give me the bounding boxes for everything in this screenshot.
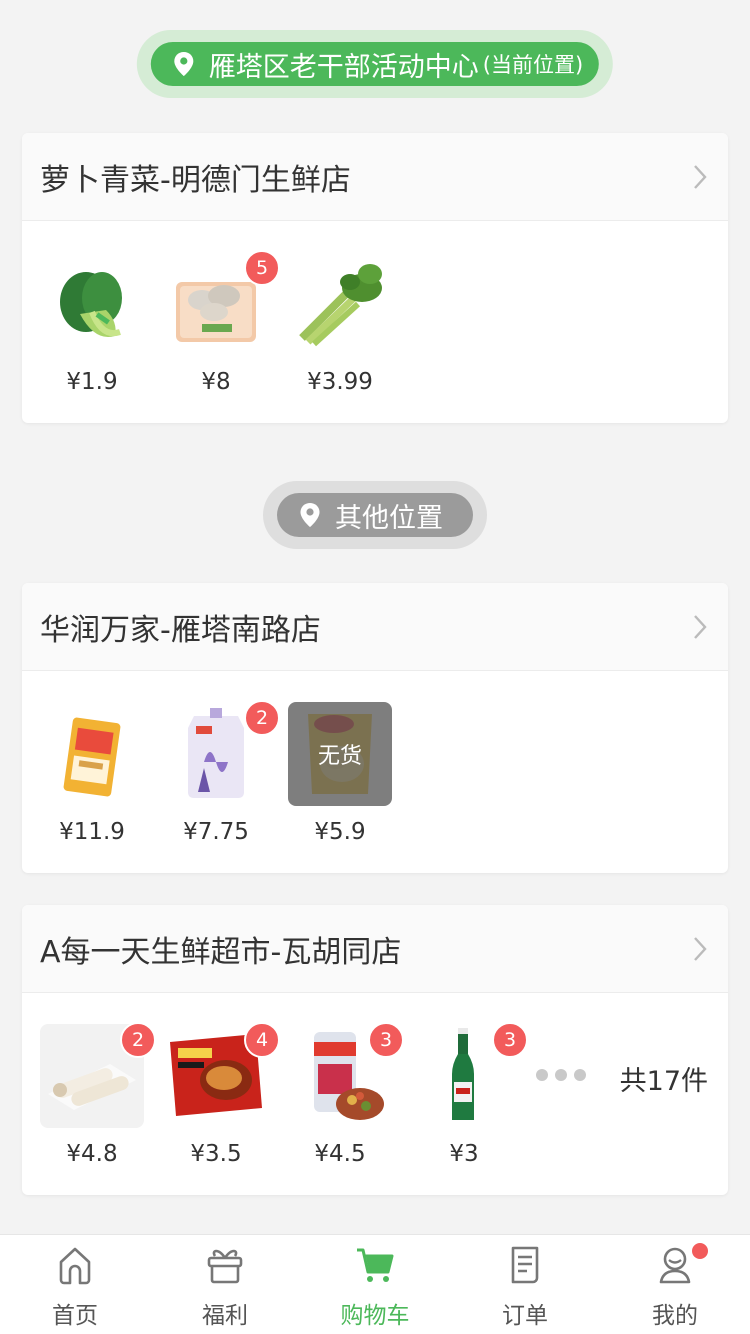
product-item[interactable]: ¥3.99 xyxy=(288,252,392,395)
tab-welfare[interactable]: 福利 xyxy=(150,1235,300,1334)
profile-icon xyxy=(659,1247,691,1284)
store-items: 2 ¥4.8 4 ¥3.5 3 ¥4.5 3 ¥3 共17件 xyxy=(22,993,728,1195)
location-pin-icon xyxy=(300,503,320,527)
store-header[interactable]: A每一天生鲜超市-瓦胡同店 xyxy=(22,905,728,993)
current-location-name: 雁塔区老干部活动中心 xyxy=(208,51,479,83)
product-item[interactable]: 无货 ¥5.9 xyxy=(288,702,392,845)
gift-icon xyxy=(207,1249,243,1284)
store-name: 萝卜青菜-明德门生鲜店 xyxy=(40,162,351,198)
chevron-right-icon xyxy=(694,614,707,639)
product-item[interactable]: ¥11.9 xyxy=(40,702,144,845)
bottom-tab-bar: 首页 福利 购物车 订单 我的 xyxy=(0,1234,750,1334)
product-item[interactable]: 5 ¥8 xyxy=(164,250,280,395)
bok-choy-image xyxy=(40,252,144,356)
other-location-label: 其他位置 xyxy=(335,502,443,534)
cart-icon xyxy=(357,1248,394,1282)
tab-orders[interactable]: 订单 xyxy=(450,1235,600,1334)
current-location-suffix: (当前位置) xyxy=(482,53,584,77)
product-price: ¥11.9 xyxy=(59,819,125,845)
quantity-badge: 3 xyxy=(492,1022,528,1058)
location-pin-icon xyxy=(174,52,194,76)
store-header[interactable]: 萝卜青菜-明德门生鲜店 xyxy=(22,133,728,221)
quantity-badge: 3 xyxy=(368,1022,404,1058)
product-price: ¥7.75 xyxy=(183,819,249,845)
product-price: ¥3 xyxy=(449,1141,479,1167)
store-name: A每一天生鲜超市-瓦胡同店 xyxy=(40,934,402,970)
home-icon xyxy=(59,1247,91,1285)
product-item[interactable]: 4 ¥3.5 xyxy=(164,1022,280,1167)
other-location-pill[interactable]: 其他位置 xyxy=(263,481,487,549)
celery-image xyxy=(288,252,392,356)
quantity-badge: 2 xyxy=(120,1022,156,1058)
store-card: A每一天生鲜超市-瓦胡同店 2 ¥4.8 4 ¥3.5 3 ¥4.5 3 ¥3 … xyxy=(22,905,728,1195)
item-total-count: 共17件 xyxy=(619,1066,708,1097)
notification-dot xyxy=(692,1243,708,1259)
tab-profile[interactable]: 我的 xyxy=(600,1235,750,1334)
quantity-badge: 5 xyxy=(244,250,280,286)
product-price: ¥5.9 xyxy=(314,819,366,845)
product-price: ¥4.8 xyxy=(66,1141,118,1167)
current-location-pill[interactable]: 雁塔区老干部活动中心 (当前位置) xyxy=(136,30,614,98)
tab-label: 首页 xyxy=(52,1303,98,1329)
order-icon xyxy=(511,1246,539,1284)
snack-pack-image xyxy=(40,702,144,806)
product-price: ¥8 xyxy=(201,369,231,395)
chevron-right-icon xyxy=(694,164,707,189)
product-item[interactable]: 2 ¥7.75 xyxy=(164,700,280,845)
quantity-badge: 2 xyxy=(244,700,280,736)
store-name: 华润万家-雁塔南路店 xyxy=(40,612,321,648)
tab-label: 我的 xyxy=(652,1303,698,1329)
product-price: ¥3.99 xyxy=(307,369,373,395)
sold-out-overlay: 无货 xyxy=(288,702,392,806)
product-item[interactable]: 3 ¥3 xyxy=(412,1022,528,1167)
more-items-icon xyxy=(536,1069,586,1081)
product-item[interactable]: 2 ¥4.8 xyxy=(40,1022,156,1167)
product-price: ¥3.5 xyxy=(190,1141,242,1167)
tab-cart[interactable]: 购物车 xyxy=(300,1235,450,1334)
store-items: ¥1.9 5 ¥8 ¥3.99 xyxy=(22,221,728,423)
chips-bag-image: 无货 xyxy=(288,702,392,806)
product-item[interactable]: ¥1.9 xyxy=(40,252,144,395)
quantity-badge: 4 xyxy=(244,1022,280,1058)
store-header[interactable]: 华润万家-雁塔南路店 xyxy=(22,583,728,671)
other-location-button[interactable]: 其他位置 xyxy=(277,493,473,537)
tab-label: 福利 xyxy=(202,1303,248,1329)
tab-label: 购物车 xyxy=(340,1303,410,1329)
store-card: 华润万家-雁塔南路店 ¥11.9 2 ¥7.75 无货 ¥5.9 xyxy=(22,583,728,873)
tab-home[interactable]: 首页 xyxy=(0,1235,150,1334)
chevron-right-icon xyxy=(694,936,707,961)
product-item[interactable]: 3 ¥4.5 xyxy=(288,1022,404,1167)
tab-label: 订单 xyxy=(502,1303,548,1329)
current-location-button[interactable]: 雁塔区老干部活动中心 (当前位置) xyxy=(150,42,600,86)
product-price: ¥1.9 xyxy=(66,369,118,395)
product-price: ¥4.5 xyxy=(314,1141,366,1167)
store-items: ¥11.9 2 ¥7.75 无货 ¥5.9 xyxy=(22,671,728,873)
store-card: 萝卜青菜-明德门生鲜店 ¥1.9 5 ¥8 ¥3.99 xyxy=(22,133,728,423)
